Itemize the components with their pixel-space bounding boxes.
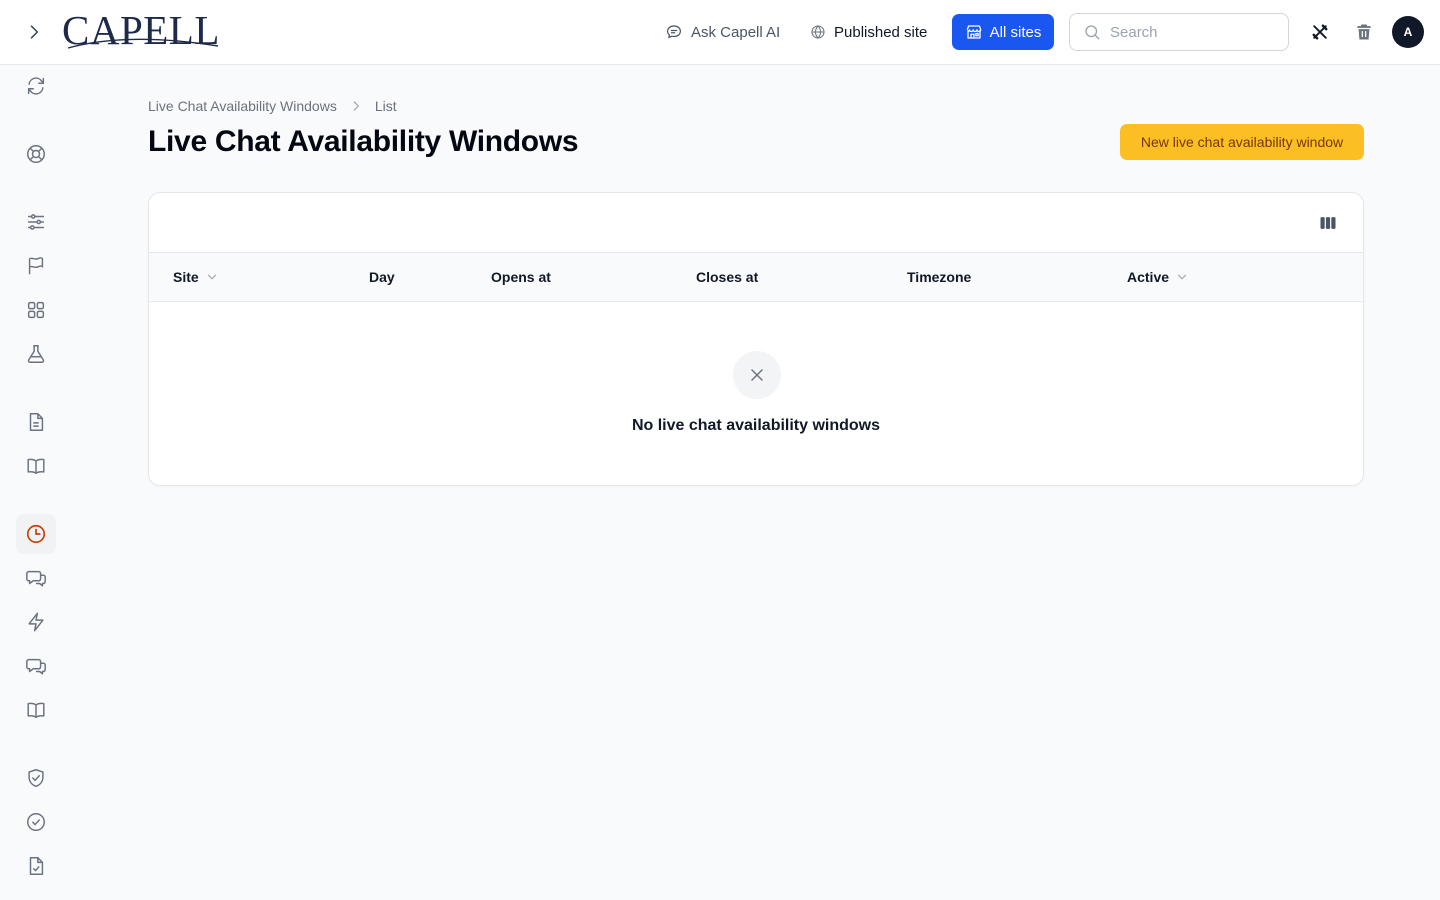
breadcrumb-current: List [374,98,397,114]
flag-icon [28,257,44,275]
breadcrumb: Live Chat Availability Windows List [148,96,397,116]
book-icon [27,458,45,475]
column-label: Timezone [907,269,972,285]
sidebar-item-flags[interactable] [16,246,56,286]
chevron-down-icon [207,274,216,280]
column-header-opens-at: Opens at [491,268,551,286]
sidebar-item-automations[interactable] [16,602,56,642]
chevron-right-icon [353,101,359,111]
published-site-label: Published site [834,23,928,41]
sidebar-item-sync[interactable] [16,66,56,106]
column-label: Site [173,269,199,285]
close-icon [751,369,763,381]
storefront-icon [966,25,982,39]
sidebar-item-messages[interactable] [16,646,56,686]
document-check-icon [29,857,44,875]
flask-icon [27,345,45,363]
document-icon [29,413,44,431]
column-label: Active [1127,269,1170,285]
table-card: Site Day Opens at Closes at Timezone Act… [148,192,1364,486]
column-header-site[interactable]: Site [173,268,219,286]
empty-state-message: No live chat availability windows [631,417,881,434]
all-sites-label: All sites [989,23,1042,41]
expand-sidebar-button[interactable] [22,20,46,44]
chevron-right-icon [30,25,39,39]
bolt-icon [28,612,44,632]
column-toggle-button[interactable] [1317,212,1339,234]
sidebar-item-apps[interactable] [16,290,56,330]
sidebar-item-availability[interactable] [16,514,56,554]
empty-state-icon-wrap [733,351,781,399]
search-icon [1085,25,1100,40]
sidebar-item-conversations[interactable] [16,558,56,598]
sidebar-item-pages[interactable] [16,402,56,442]
book-icon [27,702,45,719]
column-label: Opens at [491,269,551,285]
wrench-screwdriver-icon [1312,24,1328,40]
table-header: Site Day Opens at Closes at Timezone Act… [149,253,1363,302]
chat-bubbles-icon [26,570,46,587]
sidebar-item-settings[interactable] [16,202,56,242]
sidebar-item-support[interactable] [16,134,56,174]
sidebar-item-guides[interactable] [16,446,56,486]
column-header-active[interactable]: Active [1127,268,1189,286]
column-header-day: Day [369,268,395,286]
top-bar: CAPELL Ask Capell AI Published site All … [0,0,1440,65]
sidebar-item-knowledge[interactable] [16,690,56,730]
logo-swoosh-icon [67,38,219,49]
trash-button[interactable] [1352,20,1376,44]
sidebar-item-approvals[interactable] [16,802,56,842]
sidebar-item-experiments[interactable] [16,334,56,374]
sidebar-item-reviews[interactable] [16,846,56,886]
shield-check-icon [28,769,44,787]
globe-icon [811,25,825,39]
trash-icon [1357,24,1371,40]
ask-ai-label: Ask Capell AI [691,23,781,41]
lifebuoy-icon [27,145,45,163]
chevron-down-icon [1177,274,1187,280]
refresh-icon [27,77,45,95]
chat-bubbles-icon [26,658,46,675]
table-toolbar [149,193,1363,253]
grid-icon [27,301,45,319]
page-title: Live Chat Availability Windows [148,125,579,158]
published-site-link[interactable]: Published site [810,20,927,44]
breadcrumb-parent-link[interactable]: Live Chat Availability Windows [148,98,337,114]
column-header-timezone: Timezone [907,268,971,286]
sliders-icon [27,214,45,230]
column-label: Day [369,269,395,285]
sidebar [0,65,72,900]
user-avatar[interactable]: A [1392,16,1424,48]
column-label: Closes at [696,269,759,285]
clock-icon [26,524,46,544]
sidebar-item-security[interactable] [16,758,56,798]
chat-bubble-icon [667,25,681,39]
all-sites-button[interactable]: All sites [952,14,1054,50]
search-box[interactable] [1069,13,1289,51]
tools-button[interactable] [1308,20,1332,44]
search-input[interactable] [1110,23,1270,41]
column-header-closes-at: Closes at [696,268,758,286]
columns-icon [1320,217,1336,229]
new-availability-window-button[interactable]: New live chat availability window [1120,124,1364,160]
ask-ai-link[interactable]: Ask Capell AI [665,20,780,44]
check-circle-icon [27,813,45,831]
